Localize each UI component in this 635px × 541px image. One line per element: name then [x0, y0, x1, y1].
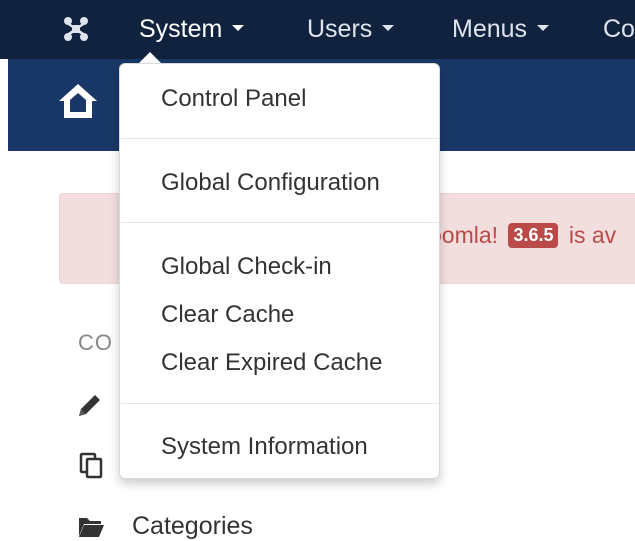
menu-item-clear-cache[interactable]: Clear Cache	[161, 300, 294, 330]
nav-system[interactable]: System	[139, 14, 245, 44]
nav-menus-label: Menus	[452, 15, 528, 43]
menu-item-system-information[interactable]: System Information	[161, 432, 368, 462]
menu-item-control-panel[interactable]: Control Panel	[161, 84, 306, 114]
sidebar-item-categories[interactable]: Categories	[132, 512, 253, 541]
menu-divider	[121, 138, 439, 139]
nav-content[interactable]: Co	[603, 14, 635, 44]
nav-system-label: System	[139, 15, 223, 43]
menu-divider	[121, 403, 439, 404]
alert-message: oomla! 3.6.5 is av	[429, 222, 616, 249]
nav-users[interactable]: Users	[307, 14, 395, 44]
pencil-icon[interactable]	[76, 391, 104, 419]
joomla-logo-icon[interactable]	[62, 15, 90, 43]
caret-down-icon	[382, 25, 395, 32]
dropdown-arrow	[139, 52, 161, 63]
caret-down-icon	[537, 25, 550, 32]
menu-divider	[121, 222, 439, 223]
menu-item-global-check-in[interactable]: Global Check-in	[161, 252, 332, 282]
sidebar-heading: CO	[78, 330, 113, 355]
nav-users-label: Users	[307, 15, 373, 43]
caret-down-icon	[232, 25, 245, 32]
home-icon[interactable]	[56, 81, 100, 121]
top-navbar: System Users Menus Co	[0, 0, 635, 59]
alert-text-after: is av	[568, 222, 617, 248]
menu-item-global-configuration[interactable]: Global Configuration	[161, 168, 380, 198]
menu-item-clear-expired-cache[interactable]: Clear Expired Cache	[161, 348, 382, 378]
version-badge: 3.6.5	[508, 223, 559, 248]
folder-icon[interactable]	[77, 512, 105, 540]
copy-icon[interactable]	[78, 451, 106, 479]
nav-menus[interactable]: Menus	[452, 14, 550, 44]
nav-content-label: Co	[603, 15, 635, 43]
